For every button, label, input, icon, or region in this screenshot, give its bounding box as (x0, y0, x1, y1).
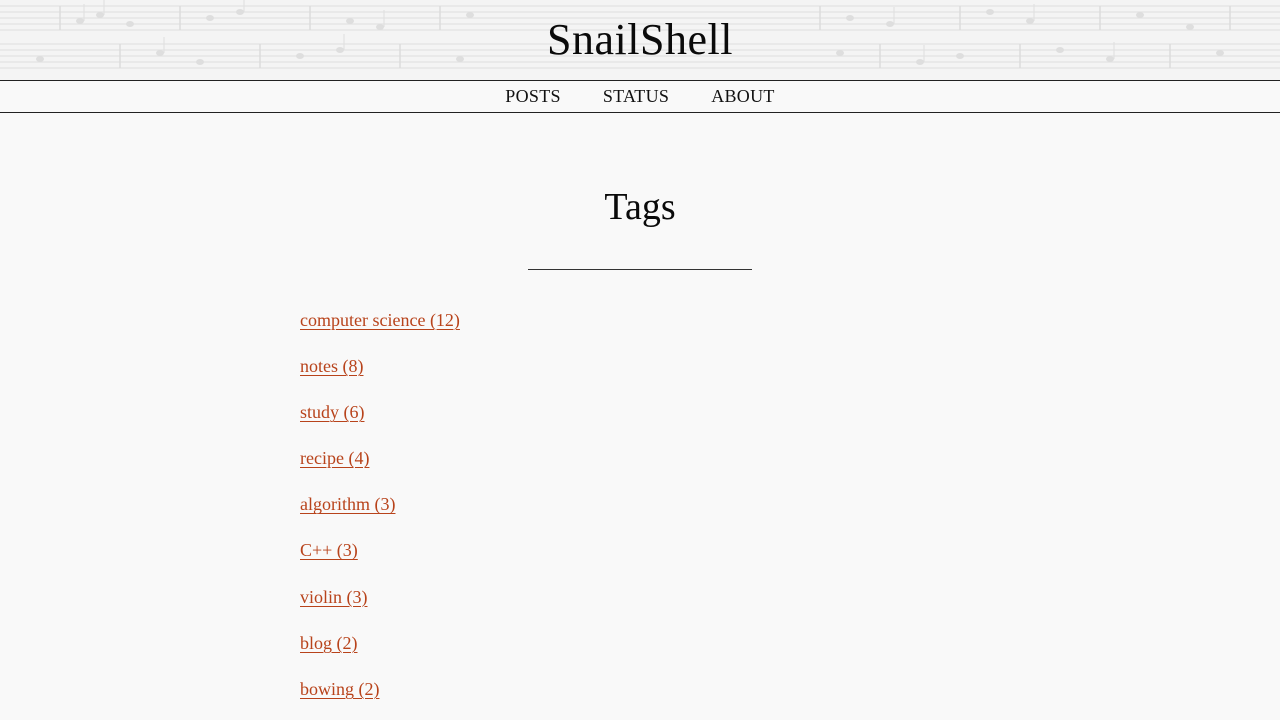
site-header: SnailShell (0, 0, 1280, 80)
list-item: violin (3) (300, 585, 1280, 631)
list-item: recipe (4) (300, 446, 1280, 492)
list-item: C++ (3) (300, 538, 1280, 584)
tag-list: computer science (12) notes (8) study (6… (300, 308, 1280, 720)
tag-link-study[interactable]: study (6) (300, 402, 365, 422)
main-content: Tags computer science (12) notes (8) stu… (0, 185, 1280, 720)
site-title[interactable]: SnailShell (0, 14, 1280, 65)
tag-link-blog[interactable]: blog (2) (300, 633, 358, 653)
tag-link-violin[interactable]: violin (3) (300, 587, 368, 607)
list-item: bowing (2) (300, 677, 1280, 720)
nav-item-posts[interactable]: POSTS (505, 86, 561, 107)
page-title: Tags (604, 186, 676, 228)
nav-item-status[interactable]: STATUS (603, 86, 669, 107)
list-item: notes (8) (300, 354, 1280, 400)
nav-item-about[interactable]: ABOUT (711, 86, 775, 107)
tag-link-recipe[interactable]: recipe (4) (300, 448, 369, 468)
tag-link-computer-science[interactable]: computer science (12) (300, 310, 460, 330)
tag-link-bowing[interactable]: bowing (2) (300, 679, 380, 699)
list-item: algorithm (3) (300, 492, 1280, 538)
tag-link-algorithm[interactable]: algorithm (3) (300, 494, 395, 514)
tag-link-cpp[interactable]: C++ (3) (300, 540, 358, 560)
title-divider (528, 269, 752, 270)
list-item: study (6) (300, 400, 1280, 446)
tag-link-notes[interactable]: notes (8) (300, 356, 363, 376)
list-item: computer science (12) (300, 308, 1280, 354)
main-nav: POSTS STATUS ABOUT (0, 80, 1280, 113)
list-item: blog (2) (300, 631, 1280, 677)
